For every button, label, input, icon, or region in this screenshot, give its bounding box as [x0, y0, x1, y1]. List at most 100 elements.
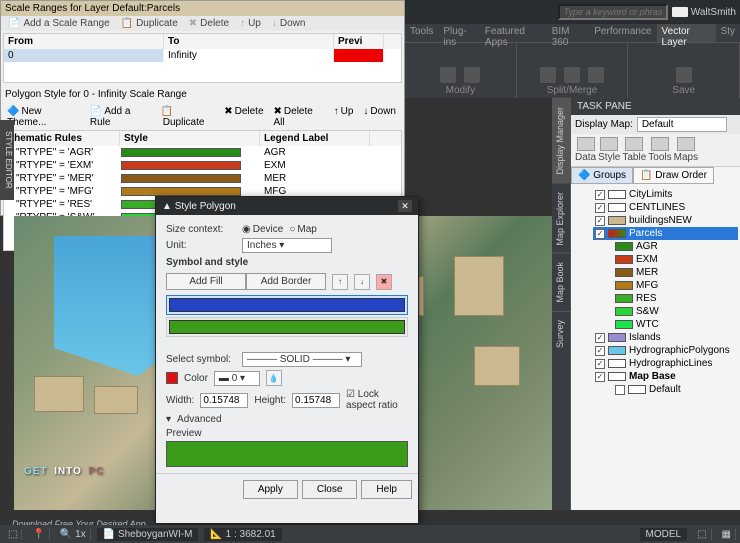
draw-order-tab[interactable]: 📋 Draw Order [633, 167, 714, 184]
add-scale-range[interactable]: 📄Add a Scale Range [5, 17, 116, 30]
sb-icon[interactable]: ⬚ [4, 529, 22, 540]
dialog-titlebar[interactable]: ▲ Style Polygon ✕ [156, 197, 418, 215]
fill-swatch-1[interactable] [166, 295, 408, 315]
duplicate-button[interactable]: 📋Duplicate [118, 17, 184, 30]
layer-item[interactable]: RES [613, 292, 738, 305]
add-border-button[interactable]: Add Border [246, 273, 326, 290]
map-radio[interactable]: ○ Map [289, 224, 317, 235]
sb-scale[interactable]: 📐 1 : 3682.01 [204, 528, 281, 541]
layer-checkbox[interactable]: ✓ [595, 359, 605, 369]
ribbon-icon[interactable] [464, 67, 480, 83]
search-input[interactable] [558, 4, 668, 20]
table-icon[interactable]: Table [622, 137, 646, 163]
ribbon-tab[interactable]: Sty [716, 24, 740, 42]
height-input[interactable] [292, 393, 340, 408]
dropper-icon[interactable]: 💧 [266, 370, 282, 386]
ribbon-icon[interactable] [440, 67, 456, 83]
lock-aspect-checkbox[interactable]: ☑ Lock aspect ratio [346, 389, 408, 411]
groups-tab[interactable]: 🔷 Groups [571, 167, 633, 184]
width-input[interactable] [200, 393, 248, 408]
layer-item[interactable]: ✓HydrographicLines [593, 357, 738, 370]
delete-all-button[interactable]: ✖Delete All [272, 105, 328, 129]
layer-item[interactable]: WTC [613, 318, 738, 331]
ribbon-tab[interactable]: Tools [405, 24, 438, 42]
scale-to-value[interactable]: Infinity [164, 49, 334, 62]
sb-icon[interactable]: ▦ [718, 529, 736, 540]
layer-item[interactable]: ✓CENTLINES [593, 201, 738, 214]
close-button[interactable]: Close [302, 480, 358, 499]
layer-item[interactable]: ✓Islands [593, 331, 738, 344]
vtab-map-book[interactable]: Map Book [552, 253, 570, 311]
new-theme-button[interactable]: 🔷New Theme... [5, 105, 84, 129]
up-icon[interactable]: ↑ [332, 274, 348, 290]
add-rule-button[interactable]: 📄Add a Rule [88, 105, 155, 129]
ribbon-tab[interactable]: Featured Apps [480, 24, 547, 42]
sb-zoom[interactable]: 🔍 1x [56, 529, 91, 540]
theme-row[interactable]: "RTYPE" = 'EXM'EXM [4, 159, 401, 172]
down-button[interactable]: ↓Down [361, 105, 400, 129]
sb-icon[interactable]: 📍 [28, 529, 49, 540]
layer-item[interactable]: Default [613, 383, 738, 396]
advanced-disclosure[interactable]: ▾ Advanced [166, 414, 408, 425]
delete-icon[interactable]: ✖ [376, 274, 392, 290]
layer-checkbox[interactable]: ✓ [595, 372, 605, 382]
layer-item[interactable]: ✓buildingsNEW [593, 214, 738, 227]
sb-model[interactable]: MODEL [640, 528, 688, 541]
sb-icon[interactable]: ⬚ [693, 529, 711, 540]
layer-checkbox[interactable]: ✓ [595, 203, 605, 213]
theme-row[interactable]: "RTYPE" = 'MER'MER [4, 172, 401, 185]
layer-checkbox[interactable]: ✓ [595, 346, 605, 356]
user-badge[interactable]: WaltSmith [672, 7, 736, 18]
theme-row[interactable]: "RTYPE" = 'AGR'AGR [4, 146, 401, 159]
close-icon[interactable]: ✕ [398, 200, 412, 212]
layer-item[interactable]: MFG [613, 279, 738, 292]
maps-icon[interactable]: Maps [674, 137, 698, 163]
ribbon-icon[interactable] [676, 67, 692, 83]
display-map-select[interactable]: Default [637, 117, 727, 132]
layer-item[interactable]: ✓Parcels [593, 227, 738, 240]
layer-item[interactable]: AGR [613, 240, 738, 253]
unit-select[interactable]: Inches ▾ [242, 238, 332, 253]
layer-checkbox[interactable]: ✓ [595, 333, 605, 343]
scale-row[interactable]: 0 Infinity [4, 49, 401, 62]
delete-button[interactable]: ✖Delete [222, 105, 267, 129]
fill-swatch-2[interactable] [166, 317, 408, 337]
layer-checkbox[interactable]: ✓ [595, 190, 605, 200]
vtab-map-explorer[interactable]: Map Explorer [552, 183, 570, 254]
layer-item[interactable]: ✓Map Base [593, 370, 738, 383]
device-radio[interactable]: ◉ Device [242, 224, 283, 235]
sb-file[interactable]: 📄 SheboyganWI-M [97, 528, 199, 541]
style-editor-tab[interactable]: STYLE EDITOR [0, 120, 14, 200]
data-icon[interactable]: Data [575, 137, 596, 163]
layer-checkbox[interactable]: ✓ [595, 216, 605, 226]
ribbon-icon[interactable] [540, 67, 556, 83]
layer-item[interactable]: EXM [613, 253, 738, 266]
up-button[interactable]: ↑Up [332, 105, 358, 129]
scale-from-value[interactable]: 0 [4, 49, 164, 62]
ribbon-tab-active[interactable]: Vector Layer [657, 24, 716, 42]
down-icon[interactable]: ↓ [354, 274, 370, 290]
symbol-select[interactable]: ——— SOLID ——— ▾ [242, 352, 362, 367]
layer-item[interactable]: MER [613, 266, 738, 279]
apply-button[interactable]: Apply [243, 480, 298, 499]
transparency-select[interactable]: ▬ 0 ▾ [214, 371, 260, 386]
layer-checkbox[interactable] [615, 385, 625, 395]
help-button[interactable]: Help [361, 480, 412, 499]
layer-item[interactable]: ✓HydrographicPolygons [593, 344, 738, 357]
color-swatch[interactable] [166, 372, 178, 384]
vtab-display-manager[interactable]: Display Manager [552, 98, 570, 183]
add-fill-button[interactable]: Add Fill [166, 273, 246, 290]
ribbon-tab[interactable]: Plug-ins [438, 24, 480, 42]
layer-item[interactable]: S&W [613, 305, 738, 318]
ribbon-tab[interactable]: BIM 360 [547, 24, 590, 42]
layer-checkbox[interactable]: ✓ [595, 229, 605, 239]
ribbon-tab[interactable]: Performance [589, 24, 656, 42]
ribbon-icon[interactable] [564, 67, 580, 83]
style-icon[interactable]: Style [598, 137, 620, 163]
vtab-survey[interactable]: Survey [552, 311, 570, 356]
duplicate-button[interactable]: 📋Duplicate [159, 105, 218, 129]
layer-item[interactable]: ✓CityLimits [593, 188, 738, 201]
ribbon-group-label: Modify [446, 85, 475, 96]
tools-icon[interactable]: Tools [648, 137, 671, 163]
ribbon-icon[interactable] [588, 67, 604, 83]
